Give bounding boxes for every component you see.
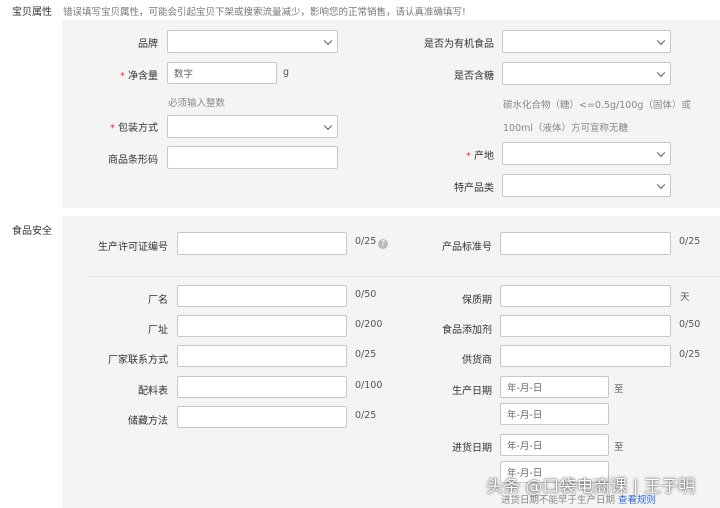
net-content-hint: 必须输入整数 [168, 98, 226, 109]
supplier-count: 0/25 [679, 349, 701, 360]
factory-contact-input[interactable] [177, 345, 347, 367]
additives-count: 0/50 [679, 319, 701, 330]
origin-label: * 产地 [466, 151, 494, 162]
factory-name-input[interactable] [177, 285, 347, 307]
additives-label: 食品添加剂 [442, 325, 492, 336]
shelf-life-unit: 天 [680, 292, 690, 303]
sugar-hint-line1: 碳水化合物（糖）<=0.5g/100g（固体）或 [503, 100, 691, 111]
shelf-life-label: 保质期 [462, 295, 492, 306]
ingredients-input[interactable] [177, 376, 347, 398]
chevron-down-icon [323, 36, 333, 45]
factory-contact-count: 0/25 [355, 349, 377, 360]
help-icon[interactable]: ? [378, 239, 388, 249]
license-no-input[interactable] [177, 232, 347, 255]
chevron-down-icon [656, 36, 666, 45]
specialty-label: 特产品类 [454, 183, 494, 194]
factory-address-count: 0/200 [355, 319, 383, 330]
specialty-select[interactable] [502, 174, 671, 197]
barcode-input[interactable] [167, 146, 338, 169]
attributes-warning: 错误填写宝贝属性，可能会引起宝贝下架或搜索流量减少，影响您的正常销售，请认真准确… [63, 7, 466, 18]
net-content-label: * 净含量 [120, 71, 158, 82]
production-date-label: 生产日期 [452, 386, 492, 397]
net-content-unit: g [283, 67, 290, 78]
sugar-label: 是否含糖 [454, 71, 494, 82]
factory-name-label: 厂名 [148, 295, 168, 306]
storage-label: 储藏方法 [128, 416, 168, 427]
factory-address-input[interactable] [177, 315, 347, 337]
chevron-down-icon [656, 180, 666, 189]
watermark: 头条 @口袋电商课 | 王子明 [486, 477, 695, 497]
production-date-end[interactable]: 年-月-日 [500, 403, 609, 425]
standard-no-label: 产品标准号 [442, 242, 492, 253]
factory-address-label: 厂址 [148, 325, 168, 336]
factory-name-count: 0/50 [355, 289, 377, 300]
brand-label: 品牌 [138, 39, 158, 50]
ingredients-count: 0/100 [355, 380, 383, 391]
chevron-down-icon [656, 148, 666, 157]
organic-select[interactable] [502, 30, 671, 53]
ingredients-label: 配料表 [138, 386, 168, 397]
organic-label: 是否为有机食品 [424, 39, 494, 50]
license-no-count: 0/25 [355, 236, 377, 247]
section-label-attributes: 宝贝属性 [12, 7, 52, 18]
standard-no-count: 0/25 [679, 236, 701, 247]
production-date-start[interactable]: 年-月-日 [500, 376, 609, 398]
purchase-date-label: 进货日期 [452, 443, 492, 454]
supplier-input[interactable] [500, 345, 671, 367]
license-no-label: 生产许可证编号 [98, 242, 168, 253]
brand-select[interactable] [167, 30, 338, 53]
purchase-date-to: 至 [614, 442, 624, 453]
origin-select[interactable] [502, 142, 671, 165]
shelf-life-input[interactable] [500, 285, 671, 307]
barcode-label: 商品条形码 [108, 155, 158, 166]
packaging-select[interactable] [167, 115, 338, 138]
chevron-down-icon [323, 121, 333, 130]
additives-input[interactable] [500, 315, 671, 337]
net-content-input[interactable]: 数字 [167, 62, 277, 84]
sugar-hint-line2: 100ml（液体）方可宣称无糖 [503, 123, 629, 134]
production-date-to: 至 [614, 384, 624, 395]
purchase-date-start[interactable]: 年-月-日 [500, 434, 609, 456]
section-label-food-safety: 食品安全 [12, 226, 52, 237]
sugar-select[interactable] [502, 62, 671, 85]
packaging-label: * 包装方式 [110, 123, 158, 134]
supplier-label: 供货商 [462, 355, 492, 366]
chevron-down-icon [656, 68, 666, 77]
storage-count: 0/25 [355, 410, 377, 421]
storage-input[interactable] [177, 406, 347, 428]
standard-no-input[interactable] [500, 232, 671, 255]
food-safety-divider [88, 276, 720, 277]
factory-contact-label: 厂家联系方式 [108, 355, 168, 366]
